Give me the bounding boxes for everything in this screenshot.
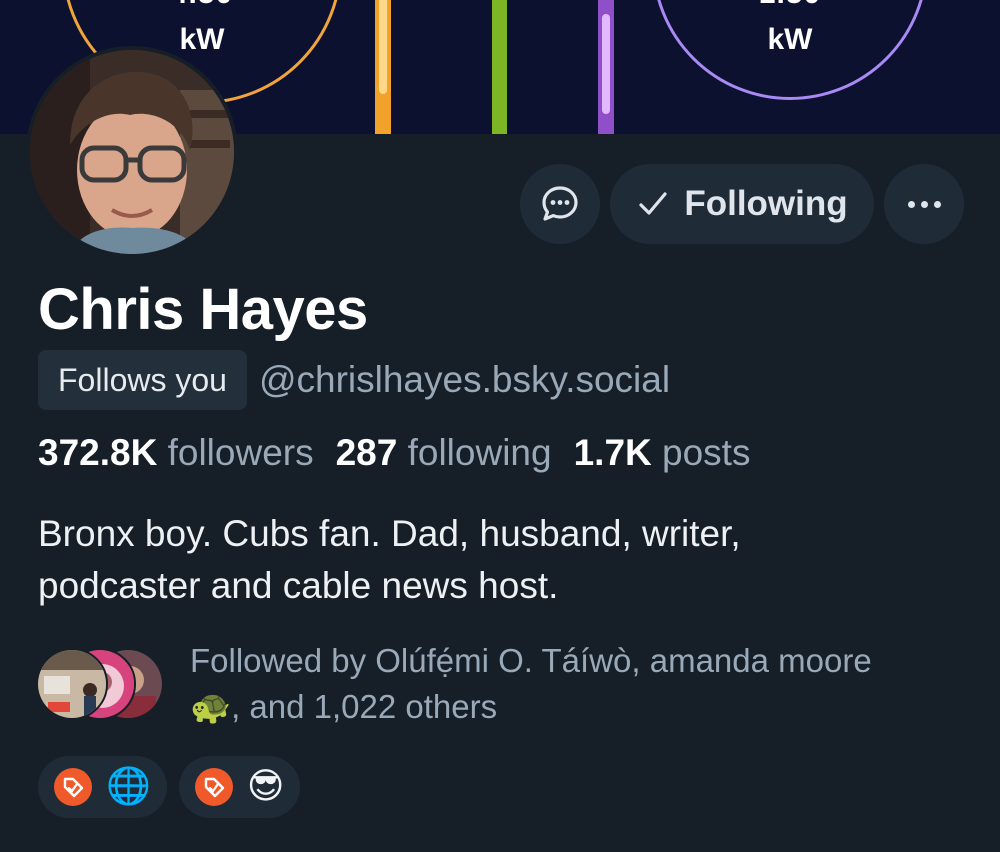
banner-pipe-purple xyxy=(598,0,614,134)
check-icon xyxy=(639,192,667,215)
profile-display-name: Chris Hayes xyxy=(38,277,368,342)
followed-by-avatars[interactable] xyxy=(36,648,166,722)
handle-row: Follows you @chrislhayes.bsky.social xyxy=(38,350,670,410)
followers-count: 372.8K xyxy=(38,432,158,473)
chat-bubble-icon xyxy=(542,186,578,221)
tag-icon xyxy=(54,768,92,806)
following-label: Following xyxy=(684,184,848,223)
posts-stat: 1.7K posts xyxy=(574,432,773,473)
banner-pipe-green xyxy=(492,0,507,134)
profile-stats: 372.8K followers 287 following 1.7K posts xyxy=(38,432,772,474)
followed-by-text[interactable]: Followed by Olúfẹ́mi O. Táíwò, amanda mo… xyxy=(190,638,980,730)
following-stat[interactable]: 287 following xyxy=(336,432,574,473)
following-button[interactable]: Following xyxy=(610,164,874,244)
profile-bio: Bronx boy. Cubs fan. Dad, husband, write… xyxy=(38,508,938,612)
bio-line: Bronx boy. Cubs fan. Dad, husband, write… xyxy=(38,513,741,554)
follows-you-badge: Follows you xyxy=(38,350,247,410)
followed-by-line: 🐢, and 1,022 others xyxy=(190,688,498,725)
followers-label: followers xyxy=(167,432,314,473)
label-pills: 🌐 😎 xyxy=(38,756,301,818)
label-pill[interactable]: 😎 xyxy=(178,756,301,818)
label-pill[interactable]: 🌐 xyxy=(38,756,167,818)
tag-icon xyxy=(194,768,233,806)
gauge-left-value: 4.50 xyxy=(65,0,339,11)
ellipsis-icon xyxy=(907,200,941,208)
message-button[interactable] xyxy=(520,164,600,244)
bio-line: podcaster and cable news host. xyxy=(38,565,559,606)
banner-gauge-right: 1.50 kW xyxy=(652,0,928,100)
globe-icon: 🌐 xyxy=(106,766,151,807)
gauge-right-unit: kW xyxy=(767,23,813,56)
sunglasses-face-icon: 😎 xyxy=(246,766,285,807)
followed-by-line: Followed by Olúfẹ́mi O. Táíwò, amanda mo… xyxy=(190,642,872,679)
banner-pipe-orange xyxy=(375,0,391,134)
followers-stat[interactable]: 372.8K followers xyxy=(38,432,336,473)
posts-label: posts xyxy=(662,432,751,473)
following-count: 287 xyxy=(335,432,398,473)
avatar xyxy=(36,648,108,720)
gauge-right-value: 1.50 xyxy=(655,0,925,11)
following-stat-label: following xyxy=(407,432,552,473)
more-options-button[interactable] xyxy=(884,164,964,244)
posts-count: 1.7K xyxy=(573,432,652,473)
profile-actions: Following xyxy=(0,164,1000,244)
profile-handle: @chrislhayes.bsky.social xyxy=(258,359,671,400)
